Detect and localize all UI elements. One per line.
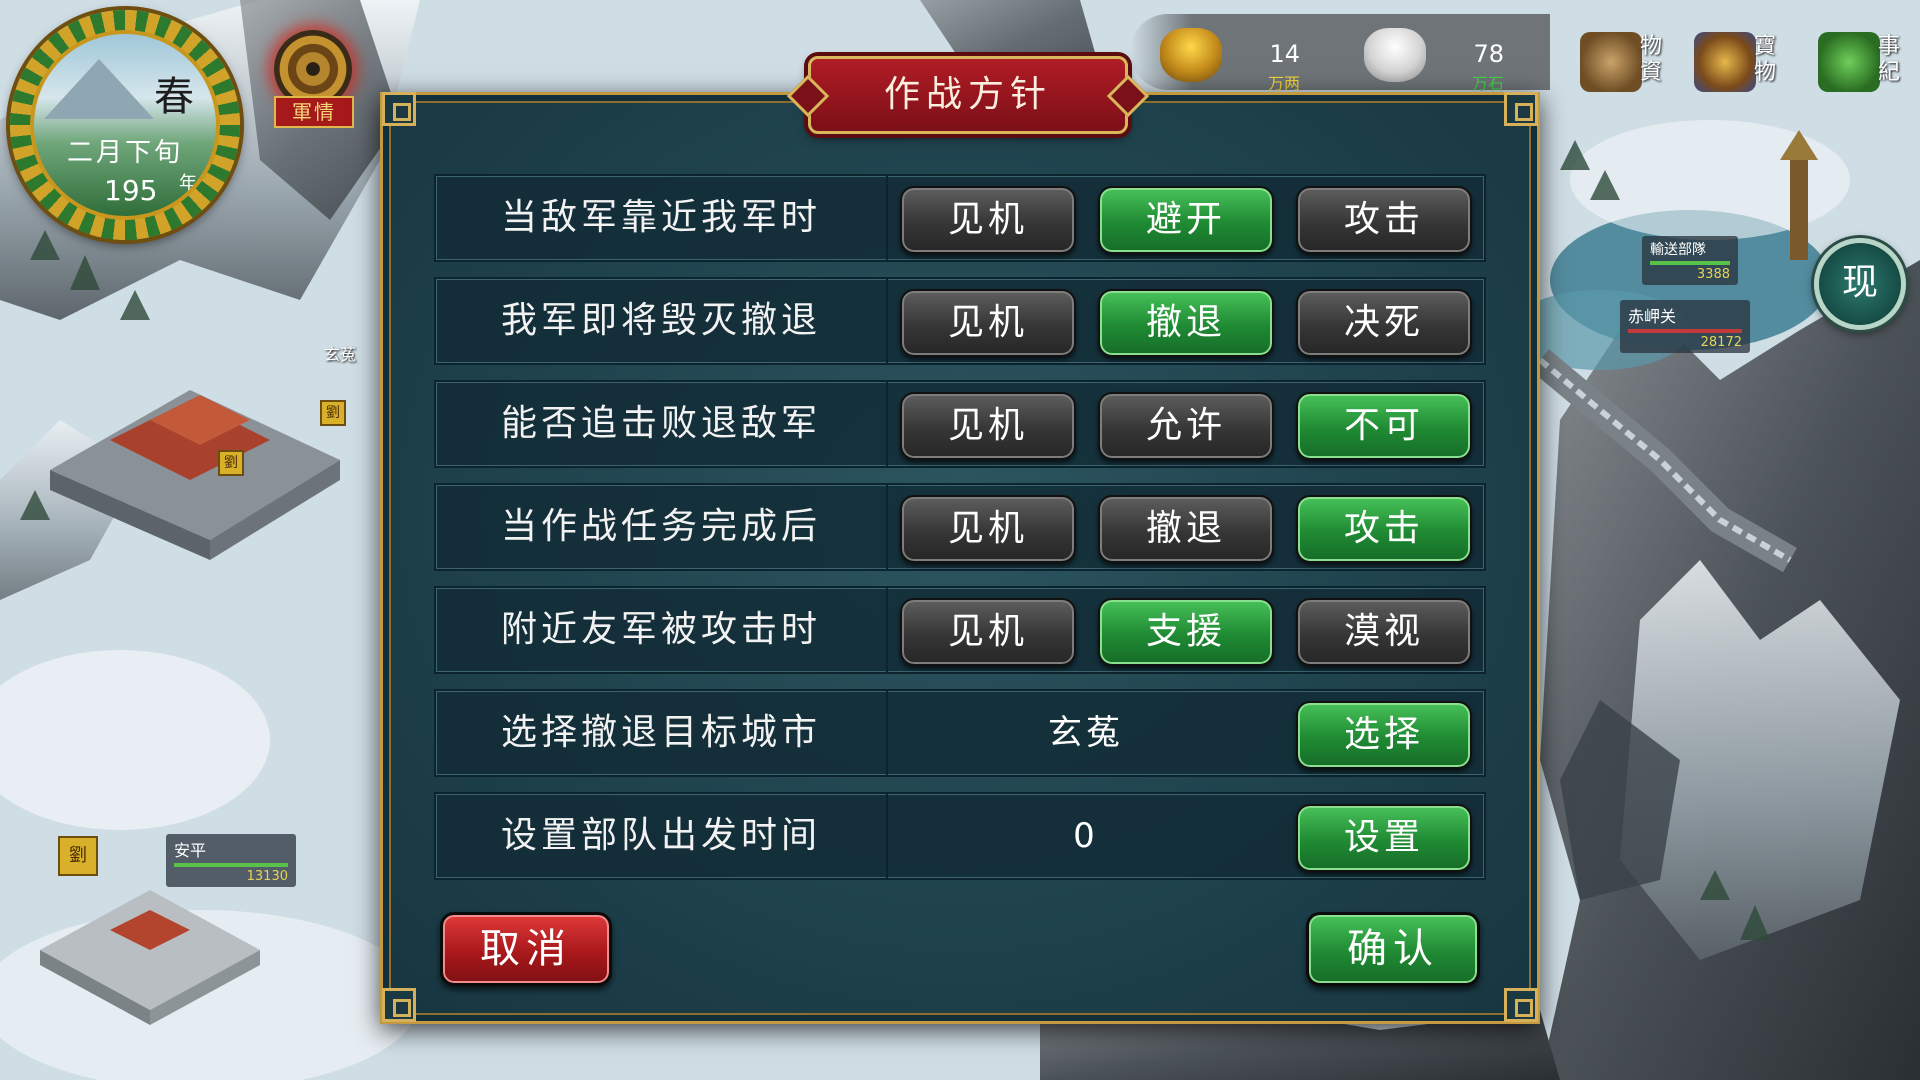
option-retreat[interactable]: 撤退 xyxy=(1098,495,1274,563)
dialog-title-banner: 作战方针 xyxy=(786,56,1150,134)
food-unit: 万石 xyxy=(1471,74,1504,93)
corner-ornament xyxy=(1504,92,1538,126)
policy-row-enemy-approach: 当敌军靠近我军时 见机 避开 攻击 xyxy=(434,174,1486,262)
gold-value: 14 xyxy=(1269,40,1300,68)
treasure-icon xyxy=(1694,32,1756,92)
city-flag: 劉 xyxy=(218,450,244,476)
policy-label: 设置部队出发时间 xyxy=(436,794,888,878)
policy-row-pursue: 能否追击败退敌军 见机 允许 不可 xyxy=(434,380,1486,468)
dialog-title: 作战方针 xyxy=(883,74,1052,115)
supplies-icon xyxy=(1580,32,1642,92)
rice-sack-icon xyxy=(1364,28,1426,82)
option-attack[interactable]: 攻击 xyxy=(1296,495,1472,563)
option-opportunistic[interactable]: 见机 xyxy=(900,495,1076,563)
date-text: 二月下旬 xyxy=(66,138,183,168)
treasure-button[interactable]: 寶物 xyxy=(1694,22,1789,102)
year-text: 195 xyxy=(104,174,158,207)
cancel-button[interactable]: 取消 xyxy=(440,912,612,986)
unit-name: 輸送部隊 xyxy=(1650,242,1706,258)
troop-bar xyxy=(1650,261,1730,265)
gold-sack-icon xyxy=(1160,28,1222,82)
corner-ornament xyxy=(382,92,416,126)
unit-name: 赤岬关 xyxy=(1628,307,1677,326)
policy-row-retreat-city: 选择撤退目标城市 玄菟 选择 xyxy=(434,689,1486,777)
troop-count: 3388 xyxy=(1696,267,1730,282)
option-opportunistic[interactable]: 见机 xyxy=(900,186,1076,254)
set-time-button[interactable]: 设置 xyxy=(1296,804,1472,872)
departure-time-value: 0 xyxy=(1073,816,1099,856)
troop-count: 28172 xyxy=(1700,335,1742,350)
gold-unit: 万两 xyxy=(1267,74,1300,93)
city-name: 安平 xyxy=(174,841,207,860)
policy-row-departure-time: 设置部队出发时间 0 设置 xyxy=(434,792,1486,880)
chronicle-label: 事紀 xyxy=(1878,34,1901,85)
chronicle-button[interactable]: 事紀 xyxy=(1818,22,1913,102)
treasure-label: 寶物 xyxy=(1754,34,1777,85)
option-allow[interactable]: 允许 xyxy=(1098,392,1274,460)
city-flag: 劉 xyxy=(58,836,98,876)
policy-label: 我军即将毁灭撤退 xyxy=(436,279,888,363)
unit-label-transport[interactable]: 輸送部隊 3388 xyxy=(1642,236,1738,285)
troop-bar xyxy=(174,863,288,867)
option-fight-to-death[interactable]: 决死 xyxy=(1296,289,1472,357)
option-disallow[interactable]: 不可 xyxy=(1296,392,1472,460)
city-name: 玄菟 xyxy=(324,345,357,364)
option-opportunistic[interactable]: 见机 xyxy=(900,289,1076,357)
year-unit: 年 xyxy=(179,173,197,194)
city-label-xuantu[interactable]: 玄菟 xyxy=(316,338,364,368)
policy-row-mission-complete: 当作战任务完成后 见机 撤退 攻击 xyxy=(434,483,1486,571)
corner-ornament xyxy=(1504,988,1538,1022)
food-value: 78 xyxy=(1473,40,1504,68)
policy-row-near-destruction: 我军即将毁灭撤退 见机 撤退 决死 xyxy=(434,277,1486,365)
policy-label: 当作战任务完成后 xyxy=(436,485,888,569)
corner-ornament xyxy=(382,988,416,1022)
option-ignore[interactable]: 漠视 xyxy=(1296,598,1472,666)
military-report-button[interactable]: 軍情 xyxy=(266,30,362,130)
select-city-button[interactable]: 选择 xyxy=(1296,701,1472,769)
chronicle-icon xyxy=(1818,32,1880,92)
troop-count: 13130 xyxy=(246,869,288,884)
supplies-button[interactable]: 物資 xyxy=(1580,22,1675,102)
season-scene: 春 二月下旬 195 年 xyxy=(30,30,220,220)
troop-bar xyxy=(1628,329,1742,333)
option-retreat[interactable]: 撤退 xyxy=(1098,289,1274,357)
option-opportunistic[interactable]: 见机 xyxy=(900,598,1076,666)
retreat-city-value: 玄菟 xyxy=(1048,713,1124,753)
option-opportunistic[interactable]: 见机 xyxy=(900,392,1076,460)
policy-label: 附近友军被攻击时 xyxy=(436,588,888,672)
military-report-label: 軍情 xyxy=(274,96,354,128)
option-avoid[interactable]: 避开 xyxy=(1098,186,1274,254)
season-calendar[interactable]: 春 二月下旬 195 年 xyxy=(10,10,240,240)
confirm-button[interactable]: 确认 xyxy=(1306,912,1480,986)
supplies-label: 物資 xyxy=(1640,34,1663,85)
option-support[interactable]: 支援 xyxy=(1098,598,1274,666)
policy-label: 能否追击败退敌军 xyxy=(436,382,888,466)
mountain-icon xyxy=(44,59,154,119)
policy-row-ally-attacked: 附近友军被攻击时 见机 支援 漠视 xyxy=(434,586,1486,674)
option-attack[interactable]: 攻击 xyxy=(1296,186,1472,254)
season-text: 春 xyxy=(154,74,194,120)
city-flag: 劉 xyxy=(320,400,346,426)
policy-label: 当敌军靠近我军时 xyxy=(436,176,888,260)
unit-label-chixia[interactable]: 赤岬关 28172 xyxy=(1620,300,1750,353)
city-label-anping[interactable]: 安平 13130 xyxy=(166,834,296,887)
current-view-button[interactable]: 现 xyxy=(1814,238,1906,330)
policy-label: 选择撤退目标城市 xyxy=(436,691,888,775)
